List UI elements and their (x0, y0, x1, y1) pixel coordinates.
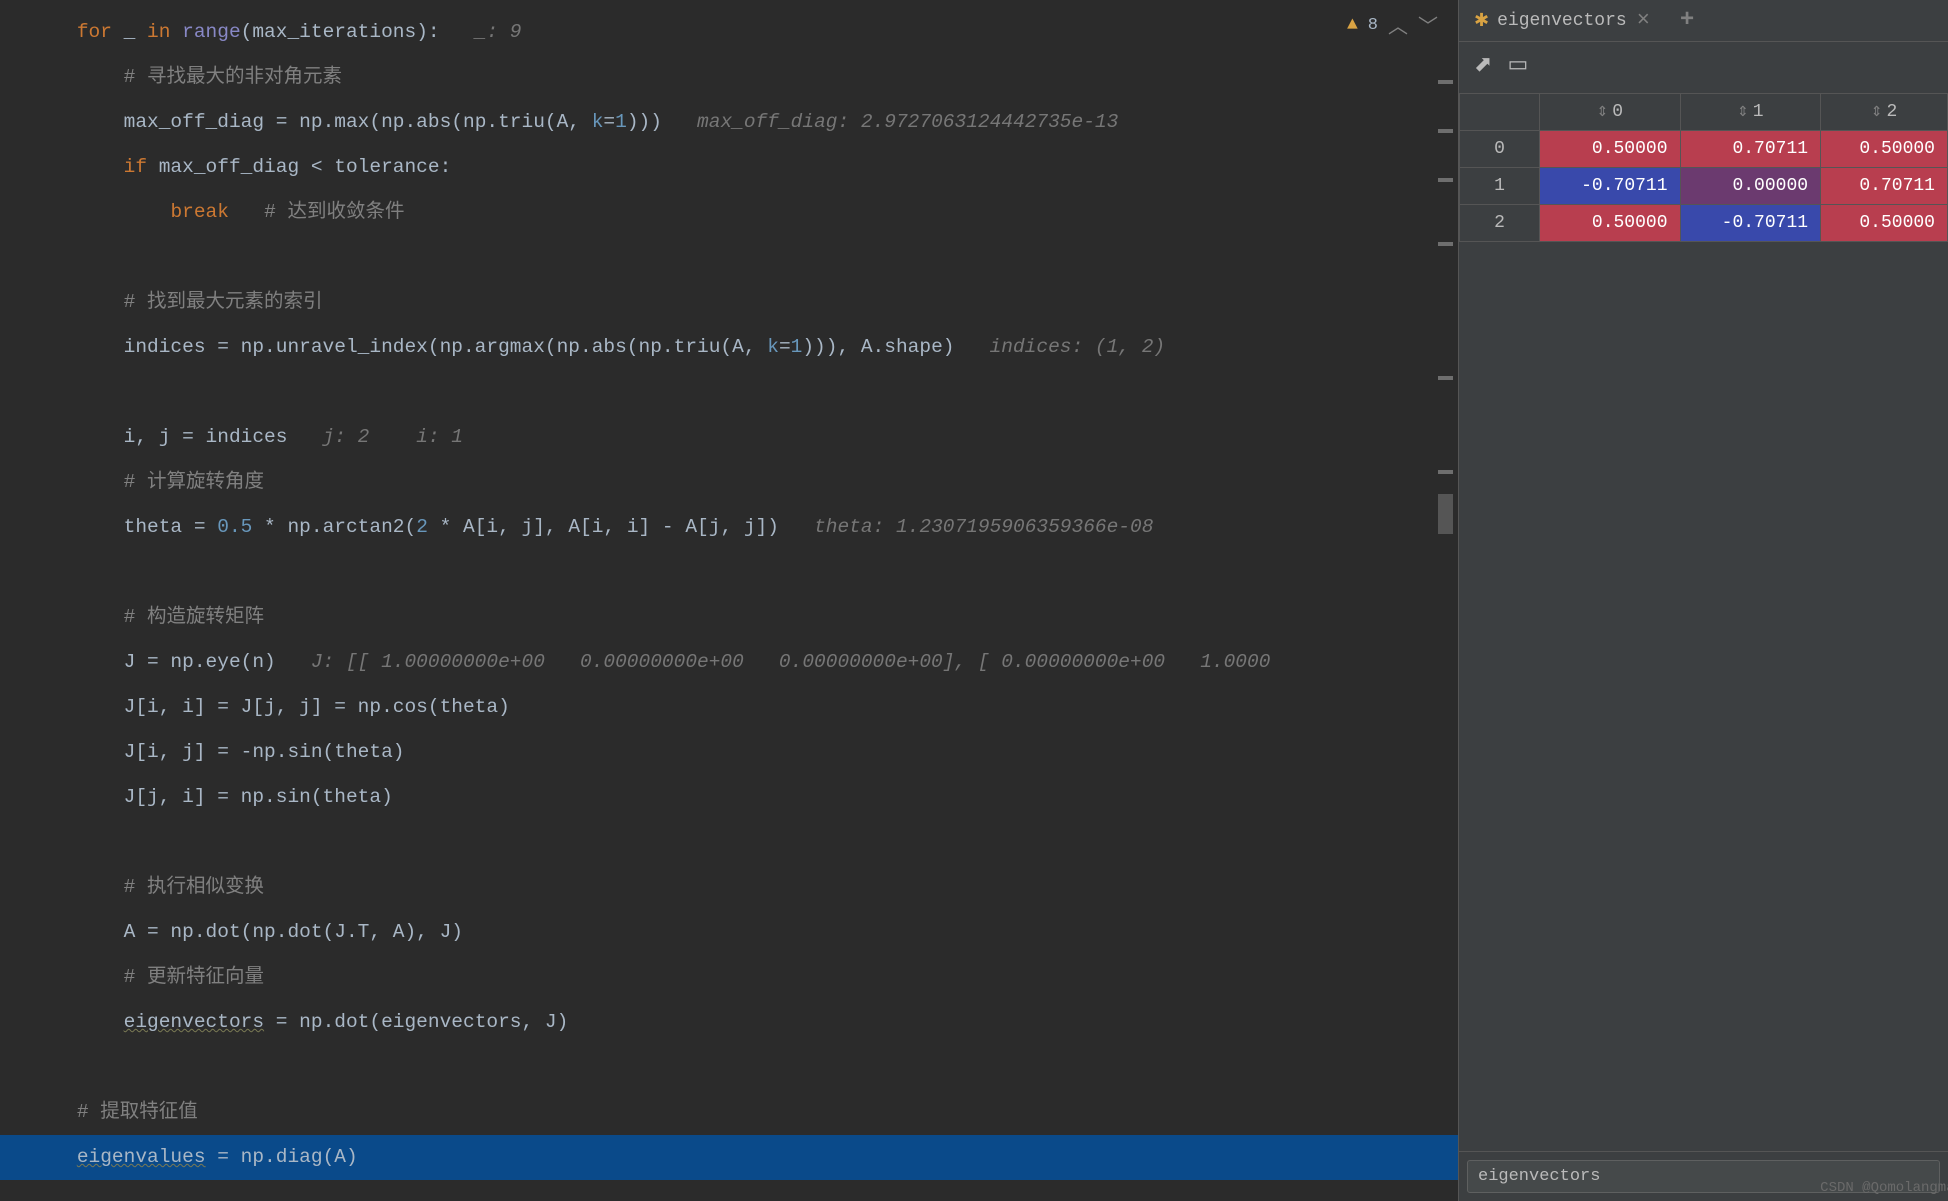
code-line[interactable]: # 更新特征向量 (30, 955, 1458, 1000)
code-line[interactable]: break # 达到收敛条件 (30, 190, 1458, 235)
code-line[interactable]: # 找到最大元素的索引 (30, 280, 1458, 325)
tab-title[interactable]: eigenvectors (1497, 11, 1627, 31)
minimap-mark (1438, 129, 1453, 133)
sort-icon: ⇕ (1871, 105, 1883, 121)
code-line[interactable] (30, 235, 1458, 280)
variable-icon: ✱ (1474, 10, 1489, 32)
add-tab-icon[interactable]: + (1680, 7, 1694, 34)
row-header: 1 (1460, 168, 1540, 205)
code-line[interactable] (30, 370, 1458, 415)
column-header[interactable]: ⇕1 (1680, 94, 1821, 131)
code-line[interactable] (30, 1045, 1458, 1090)
minimap-mark (1438, 242, 1453, 246)
table-cell[interactable]: 0.50000 (1540, 131, 1681, 168)
close-icon[interactable]: × (1637, 8, 1650, 33)
data-table: ⇕0 ⇕1 ⇕2 0 0.50000 0.70711 0.50000 1 -0.… (1459, 93, 1948, 242)
code-line[interactable]: # 执行相似变换 (30, 865, 1458, 910)
code-line[interactable] (30, 820, 1458, 865)
column-header[interactable]: ⇕2 (1821, 94, 1948, 131)
code-line[interactable] (30, 550, 1458, 595)
table-row: 1 -0.70711 0.00000 0.70711 (1460, 168, 1948, 205)
row-header: 0 (1460, 131, 1540, 168)
minimap-mark (1438, 470, 1453, 474)
code-line[interactable]: indices = np.unravel_index(np.argmax(np.… (30, 325, 1458, 370)
code-line[interactable]: A = np.dot(np.dot(J.T, A), J) (30, 910, 1458, 955)
minimap-mark (1438, 178, 1453, 182)
data-viewer-panel: ✱ eigenvectors × + ⬈ ▭ ⇕0 ⇕1 ⇕2 0 0.5000… (1458, 0, 1948, 1201)
sort-icon: ⇕ (1596, 105, 1608, 121)
code-line[interactable]: eigenvalues = np.diag(A) (0, 1135, 1458, 1180)
code-line[interactable]: # 计算旋转角度 (30, 460, 1458, 505)
minimap-mark (1438, 80, 1453, 84)
code-line[interactable]: i, j = indices j: 2 i: 1 (30, 415, 1458, 460)
table-cell[interactable]: 0.70711 (1680, 131, 1821, 168)
code-line[interactable]: eigenvectors = np.dot(eigenvectors, J) (30, 1000, 1458, 1045)
code-editor[interactable]: ▲ 8 ︿ ﹀ for _ in range(max_iterations): … (0, 0, 1458, 1201)
column-header[interactable]: ⇕0 (1540, 94, 1681, 131)
table-cell[interactable]: 0.00000 (1680, 168, 1821, 205)
minimap[interactable] (1438, 80, 1453, 579)
code-line[interactable]: theta = 0.5 * np.arctan2(2 * A[i, j], A[… (30, 505, 1458, 550)
table-cell[interactable]: 0.70711 (1821, 168, 1948, 205)
code-line[interactable]: # 构造旋转矩阵 (30, 595, 1458, 640)
table-cell[interactable]: 0.50000 (1540, 205, 1681, 242)
table-cell[interactable]: -0.70711 (1540, 168, 1681, 205)
panel-tab-bar: ✱ eigenvectors × + (1459, 0, 1948, 42)
code-line[interactable]: J[i, j] = -np.sin(theta) (30, 730, 1458, 775)
code-line[interactable]: # 提取特征值 (30, 1090, 1458, 1135)
panel-toolbar: ⬈ ▭ (1459, 42, 1948, 88)
code-line[interactable]: J[j, i] = np.sin(theta) (30, 775, 1458, 820)
code-line[interactable]: if max_off_diag < tolerance: (30, 145, 1458, 190)
minimap-mark (1438, 494, 1453, 534)
view-mode-icon[interactable]: ▭ (1507, 52, 1528, 78)
code-line[interactable]: # 寻找最大的非对角元素 (30, 55, 1458, 100)
table-row: 0 0.50000 0.70711 0.50000 (1460, 131, 1948, 168)
sort-icon: ⇕ (1737, 105, 1749, 121)
code-line[interactable]: max_off_diag = np.max(np.abs(np.triu(A, … (30, 100, 1458, 145)
table-cell[interactable]: 0.50000 (1821, 131, 1948, 168)
table-cell[interactable]: 0.50000 (1821, 205, 1948, 242)
popout-icon[interactable]: ⬈ (1474, 52, 1492, 78)
row-header: 2 (1460, 205, 1540, 242)
code-line[interactable]: for _ in range(max_iterations): _: 9 (30, 10, 1458, 55)
table-cell[interactable]: -0.70711 (1680, 205, 1821, 242)
code-line[interactable]: J[i, i] = J[j, j] = np.cos(theta) (30, 685, 1458, 730)
corner-cell (1460, 94, 1540, 131)
minimap-mark (1438, 376, 1453, 380)
watermark: CSDN @QomolangmaH (1820, 1180, 1948, 1196)
code-line[interactable]: J = np.eye(n) J: [[ 1.00000000e+00 0.000… (30, 640, 1458, 685)
table-row: 2 0.50000 -0.70711 0.50000 (1460, 205, 1948, 242)
